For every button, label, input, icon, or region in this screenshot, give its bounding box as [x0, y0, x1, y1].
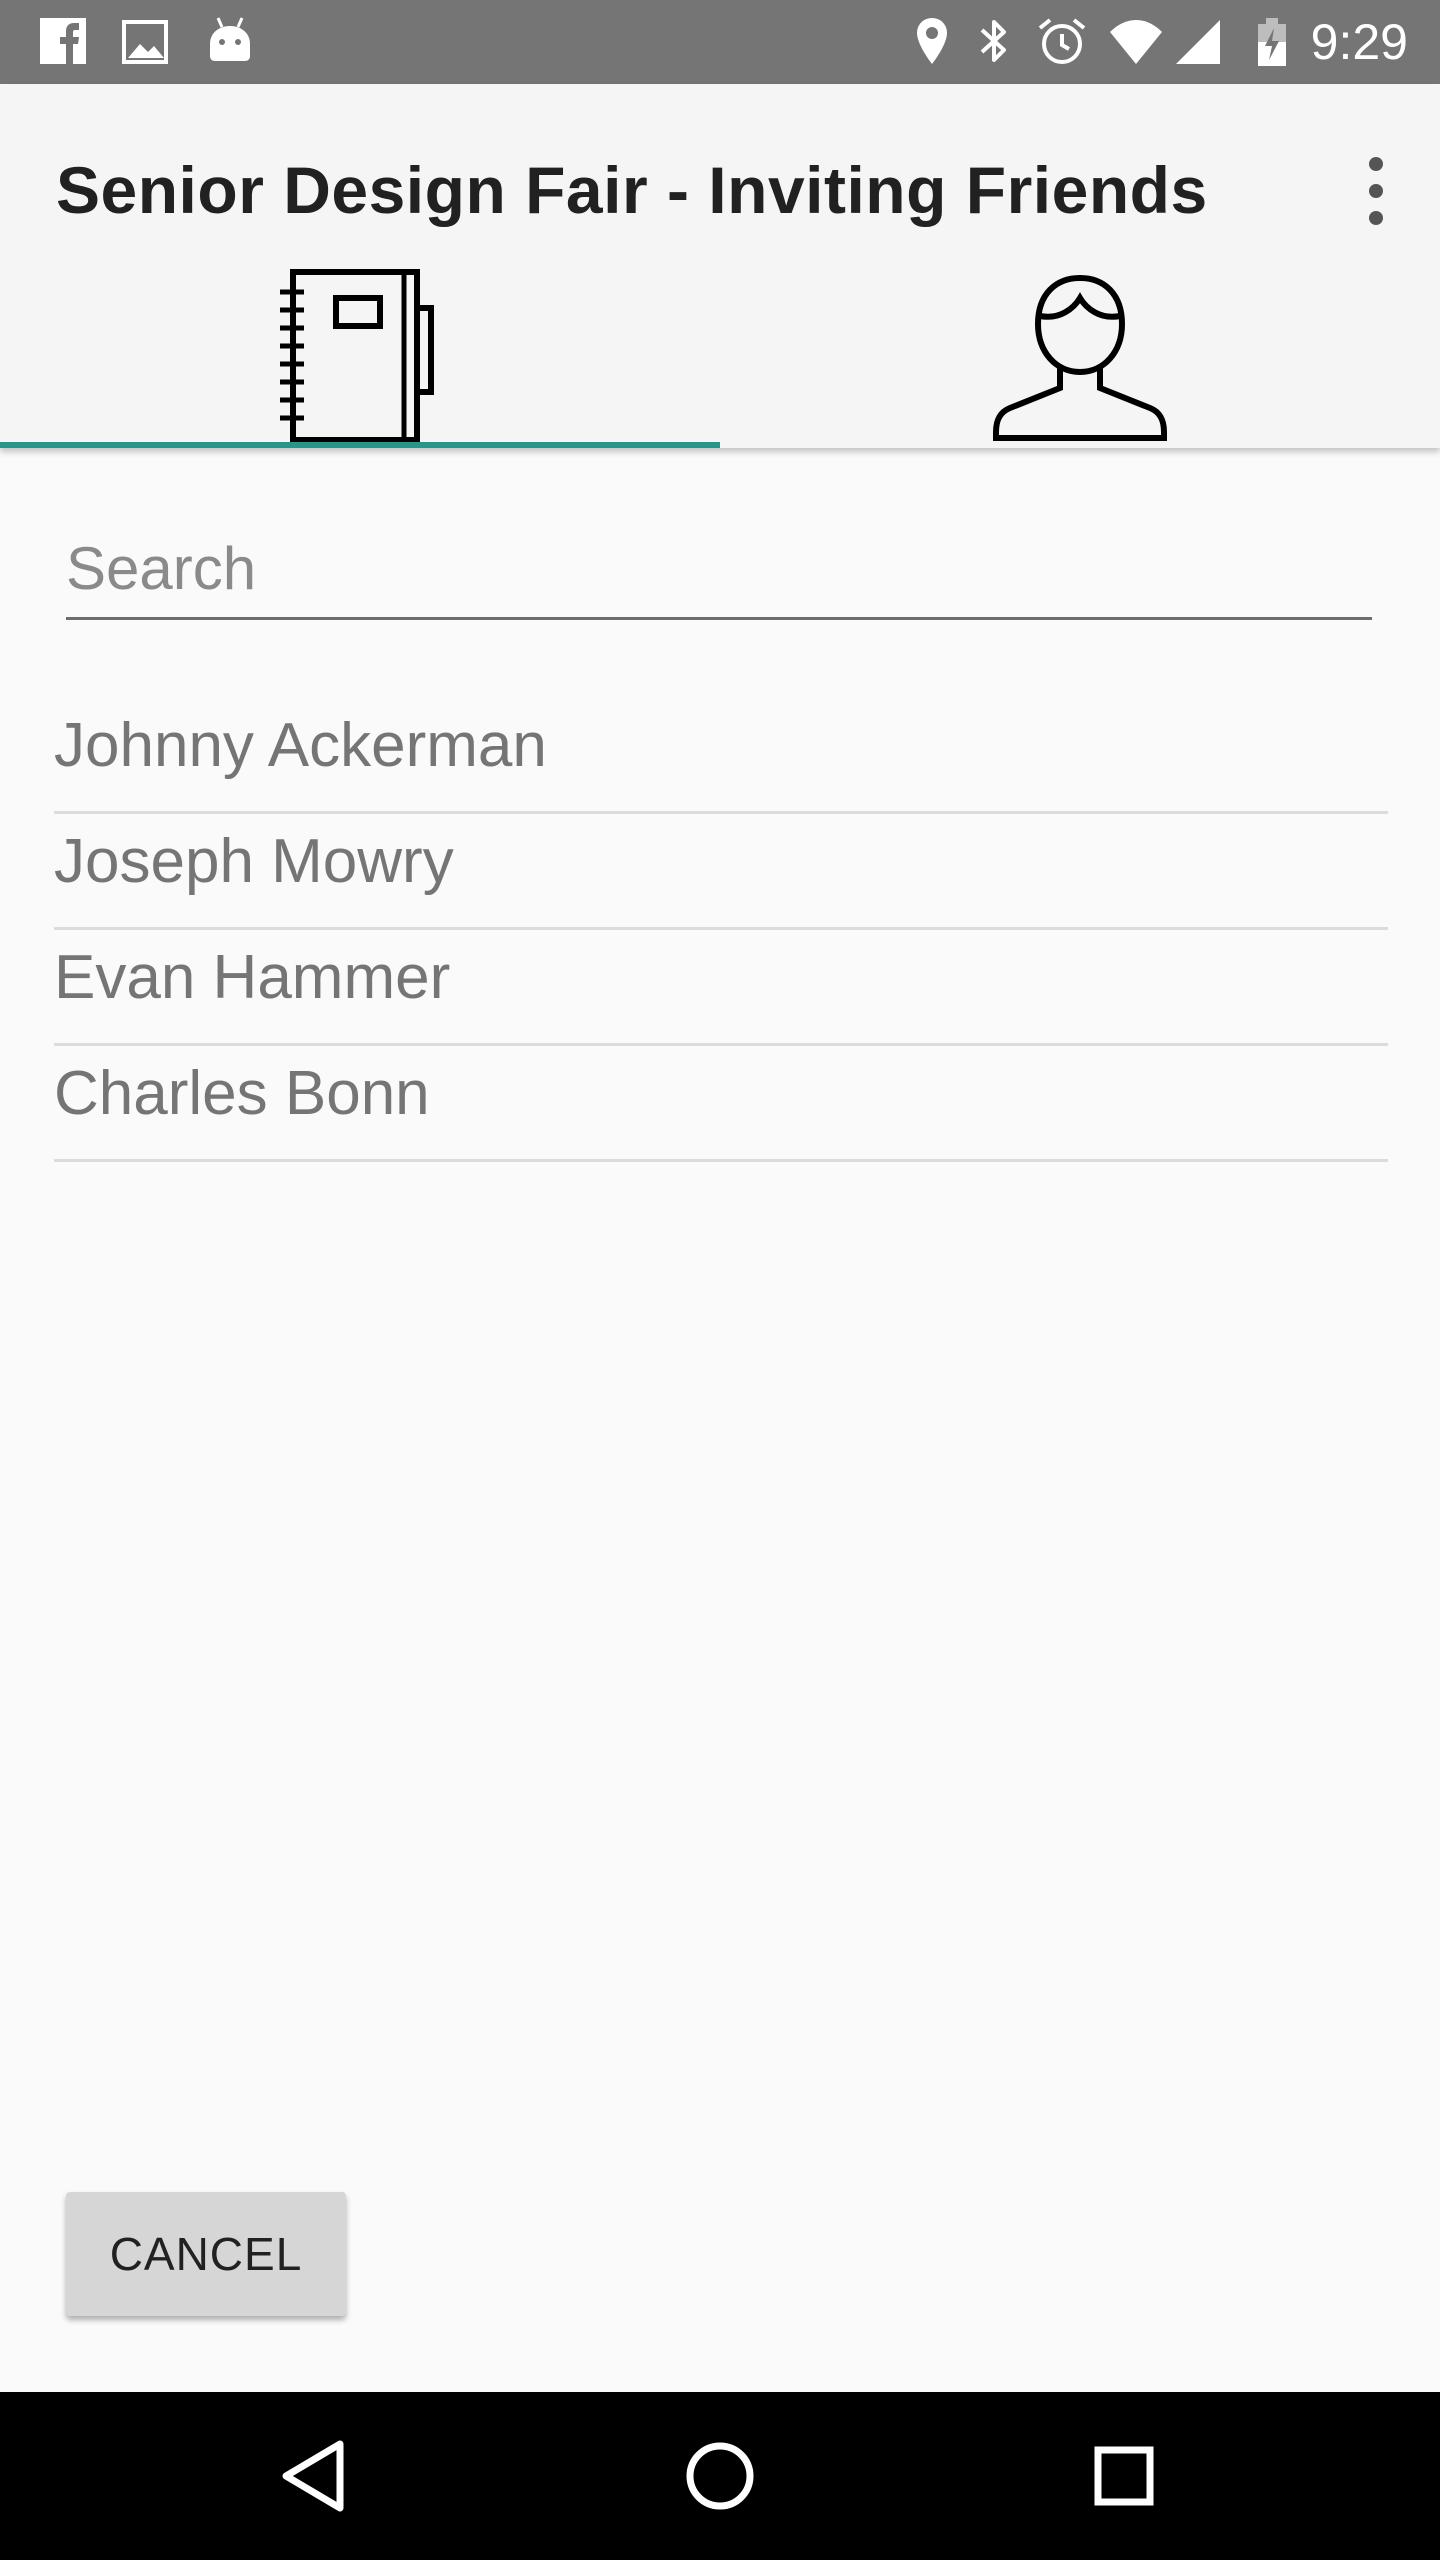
signal-icon [1176, 20, 1220, 64]
tab-contacts[interactable] [0, 268, 720, 448]
image-icon [122, 20, 168, 64]
location-icon [917, 18, 947, 64]
list-item[interactable]: Johnny Ackerman [54, 698, 1388, 814]
app-title: Senior Design Fair - Inviting Friends [56, 153, 1208, 227]
friend-list: Johnny Ackerman Joseph Mowry Evan Hammer… [54, 698, 1388, 1162]
person-icon [993, 274, 1167, 441]
app-bar: Senior Design Fair - Inviting Friends [0, 84, 1440, 448]
clock: 9:29 [1310, 14, 1408, 70]
android-icon [210, 17, 250, 61]
list-item[interactable]: Joseph Mowry [54, 814, 1388, 930]
notebook-icon [280, 269, 434, 442]
tab-bar [0, 268, 1440, 448]
navigation-bar [0, 2392, 1440, 2560]
more-vert-icon[interactable] [1348, 146, 1404, 236]
screen: 9:29 Senior Design Fair - Inviting Frien… [0, 0, 1440, 2560]
list-item[interactable]: Charles Bonn [54, 1046, 1388, 1162]
tab-indicator [0, 442, 720, 448]
status-bar: 9:29 [0, 0, 1440, 84]
recents-icon[interactable] [1074, 2426, 1174, 2526]
search-input[interactable] [66, 520, 1372, 620]
list-item[interactable]: Evan Hammer [54, 930, 1388, 1046]
home-icon[interactable] [670, 2426, 770, 2526]
wifi-icon [1110, 20, 1162, 64]
tab-profile[interactable] [720, 268, 1440, 448]
cancel-button[interactable]: CANCEL [66, 2192, 346, 2316]
bluetooth-icon [980, 20, 1006, 62]
facebook-icon [40, 18, 86, 64]
back-icon[interactable] [266, 2426, 366, 2526]
battery-icon [1258, 18, 1286, 66]
alarm-icon [1038, 18, 1086, 64]
